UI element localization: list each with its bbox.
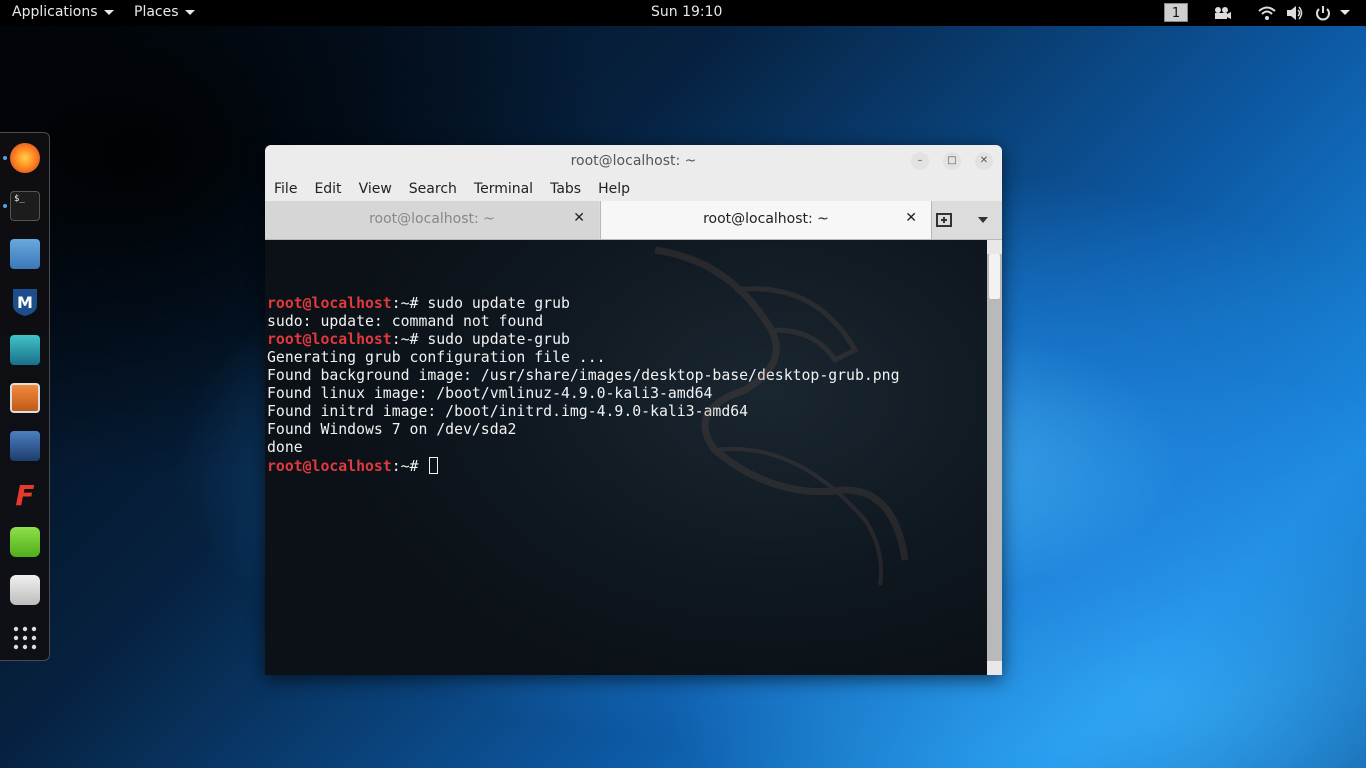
menu-terminal[interactable]: Terminal xyxy=(465,177,541,201)
applications-label: Applications xyxy=(12,4,98,20)
chevron-down-icon[interactable] xyxy=(1340,10,1350,15)
terminal-lines: root@localhost:~# sudo update grub sudo: … xyxy=(267,295,987,475)
prompt-suffix: :~# xyxy=(391,331,428,348)
menu-edit[interactable]: Edit xyxy=(305,177,349,201)
close-tab-icon[interactable]: ✕ xyxy=(905,210,917,226)
window-title: root@localhost: ~ xyxy=(570,153,697,169)
terminal-line-text: Found initrd image: /boot/initrd.img-4.9… xyxy=(267,403,749,420)
cherrytree-icon[interactable] xyxy=(10,575,40,605)
window-titlebar[interactable]: root@localhost: ~ – □ ✕ xyxy=(265,145,1002,177)
terminal-output[interactable]: root@localhost:~# sudo update grub sudo: … xyxy=(265,240,987,675)
terminal-line: root@localhost:~# xyxy=(267,457,987,475)
menu-search[interactable]: Search xyxy=(400,177,465,201)
terminal-line: Found linux image: /boot/vmlinuz-4.9.0-k… xyxy=(267,385,987,403)
power-icon[interactable] xyxy=(1315,5,1331,21)
terminal-line-text: Found background image: /usr/share/image… xyxy=(267,367,900,384)
terminal-line: Generating grub configuration file ... xyxy=(267,349,987,367)
svg-text:F: F xyxy=(15,479,34,509)
tab-label: root@localhost: ~ xyxy=(369,211,495,227)
tab-label: root@localhost: ~ xyxy=(703,211,829,227)
terminal-line-text: done xyxy=(267,439,303,456)
scroll-up-button[interactable] xyxy=(987,240,1002,254)
shell-prompt: root@localhost xyxy=(267,458,392,475)
terminal-line-text: Found linux image: /boot/vmlinuz-4.9.0-k… xyxy=(267,385,713,402)
scroll-down-button[interactable] xyxy=(987,661,1002,675)
terminal-line: root@localhost:~# sudo update-grub xyxy=(267,331,987,349)
armitage-icon[interactable] xyxy=(10,335,40,365)
terminal-line-text: sudo update grub xyxy=(427,295,570,312)
wifi-icon[interactable] xyxy=(1258,5,1276,21)
close-button[interactable]: ✕ xyxy=(975,152,993,170)
terminal-line-text: sudo: update: command not found xyxy=(267,313,544,330)
terminal-line-text: Found Windows 7 on /dev/sda2 xyxy=(267,421,517,438)
terminal-icon[interactable]: $_ xyxy=(10,191,40,221)
maximize-button[interactable]: □ xyxy=(943,152,961,170)
faraday-icon[interactable]: F xyxy=(10,479,40,509)
terminal-line-text: sudo update-grub xyxy=(427,331,570,348)
volume-icon[interactable] xyxy=(1286,5,1304,21)
prompt-suffix: :~# xyxy=(391,458,428,475)
menu-help[interactable]: Help xyxy=(589,177,638,201)
chevron-down-icon[interactable] xyxy=(978,217,988,223)
terminal-line: Found initrd image: /boot/initrd.img-4.9… xyxy=(267,403,987,421)
shell-prompt: root@localhost xyxy=(267,295,392,312)
svg-text:M: M xyxy=(17,293,33,312)
places-menu[interactable]: Places xyxy=(134,4,195,20)
terminal-cursor xyxy=(429,457,439,474)
places-label: Places xyxy=(134,4,179,20)
terminal-line: Found background image: /usr/share/image… xyxy=(267,367,987,385)
menu-view[interactable]: View xyxy=(350,177,400,201)
workspace-indicator[interactable]: 1 xyxy=(1164,3,1188,22)
show-apps-icon[interactable] xyxy=(10,623,40,653)
scrollbar-thumb[interactable] xyxy=(989,254,1000,299)
chevron-down-icon xyxy=(103,9,114,15)
close-tab-icon[interactable]: ✕ xyxy=(573,210,585,226)
minimize-button[interactable]: – xyxy=(911,152,929,170)
scrollbar[interactable] xyxy=(987,240,1002,675)
top-panel: Applications Places Sun 19:10 1 xyxy=(0,0,1366,26)
terminal-line: done xyxy=(267,439,987,457)
beef-icon[interactable] xyxy=(10,431,40,461)
files-icon[interactable] xyxy=(10,239,40,269)
burpsuite-icon[interactable] xyxy=(10,383,40,413)
terminal-window: root@localhost: ~ – □ ✕ File Edit View S… xyxy=(265,145,1002,675)
metasploit-icon[interactable]: M xyxy=(10,287,40,317)
prompt-suffix: :~# xyxy=(391,295,428,312)
dock: $_ M F xyxy=(0,132,50,661)
terminal-line: root@localhost:~# sudo update grub xyxy=(267,295,987,313)
running-indicator xyxy=(3,204,7,208)
running-indicator xyxy=(3,156,7,160)
applications-menu[interactable]: Applications xyxy=(12,4,114,20)
new-tab-icon[interactable] xyxy=(935,211,955,229)
tab-bar: root@localhost: ~ ✕ root@localhost: ~ ✕ xyxy=(265,201,1002,240)
tab-1[interactable]: root@localhost: ~ ✕ xyxy=(265,201,599,239)
leafpad-icon[interactable] xyxy=(10,527,40,557)
chevron-down-icon xyxy=(184,9,195,15)
menu-file[interactable]: File xyxy=(265,177,305,201)
menubar: File Edit View Search Terminal Tabs Help xyxy=(265,177,1002,201)
camera-icon[interactable] xyxy=(1213,5,1231,21)
clock[interactable]: Sun 19:10 xyxy=(651,4,722,20)
shell-prompt: root@localhost xyxy=(267,331,392,348)
terminal-line: Found Windows 7 on /dev/sda2 xyxy=(267,421,987,439)
menu-tabs[interactable]: Tabs xyxy=(541,177,589,201)
tab-2-active[interactable]: root@localhost: ~ ✕ xyxy=(600,201,932,239)
firefox-icon[interactable] xyxy=(10,143,40,173)
terminal-line-text: Generating grub configuration file ... xyxy=(267,349,606,366)
terminal-line: sudo: update: command not found xyxy=(267,313,987,331)
